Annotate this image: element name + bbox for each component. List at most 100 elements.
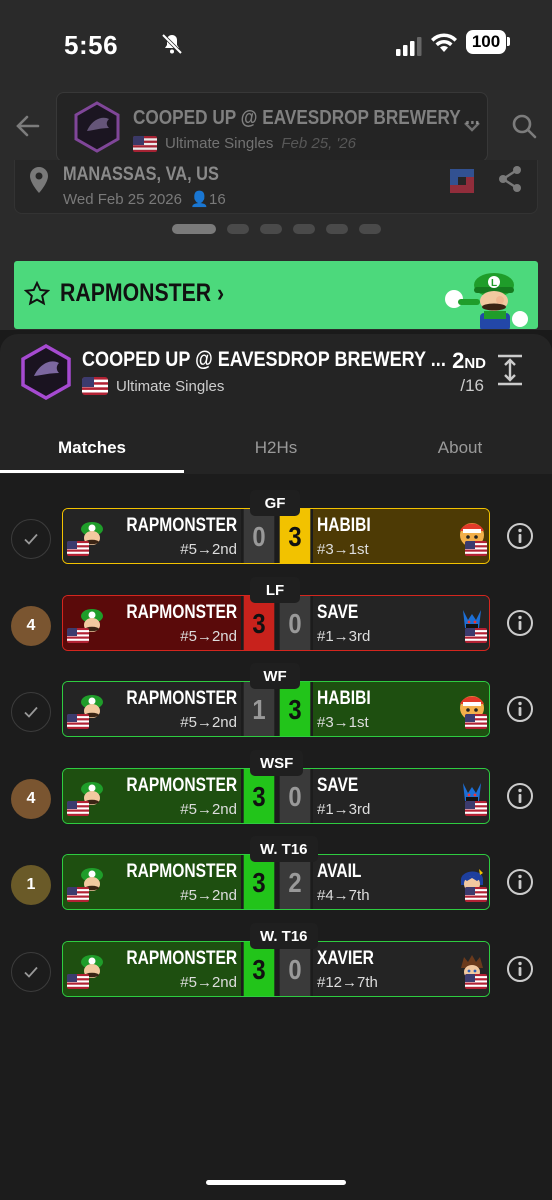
location-card: MANASSAS, VA, US Wed Feb 25 2026 👤16	[14, 160, 538, 214]
tab-bar: Matches H2Hs About	[0, 424, 552, 474]
chevron-down-icon[interactable]	[461, 115, 483, 137]
star-icon[interactable]	[24, 281, 50, 307]
match-row[interactable]: 1 RAPMONSTER #5→2nd 3 2 AVAIL #4→7th W. T16	[0, 836, 552, 914]
carousel-dot[interactable]	[293, 224, 315, 234]
player2-seed: #3→1st	[317, 714, 369, 731]
match-box[interactable]: RAPMONSTER #5→2nd 3 0 XAVIER #12→7th	[62, 941, 490, 997]
carousel-dot[interactable]	[260, 224, 282, 234]
info-icon[interactable]	[506, 782, 534, 810]
carousel-dot[interactable]	[326, 224, 348, 234]
info-icon[interactable]	[506, 522, 534, 550]
player1-name: RAPMONSTER	[126, 688, 237, 709]
match-row[interactable]: 4 RAPMONSTER #5→2nd 3 0 SAVE #1→3rd LF	[0, 577, 552, 655]
us-flag-icon	[67, 887, 89, 902]
match-box[interactable]: RAPMONSTER #5→2nd 3 2 AVAIL #4→7th	[62, 854, 490, 910]
carousel-dots[interactable]	[172, 224, 381, 234]
us-flag-icon	[67, 974, 89, 989]
match-row[interactable]: RAPMONSTER #5→2nd 3 0 XAVIER #12→7th W. T16	[0, 923, 552, 1001]
player1-name: RAPMONSTER	[126, 948, 237, 969]
sheet-event-game: Ultimate Singles	[116, 377, 225, 395]
chevron-right-icon: ›	[217, 279, 225, 307]
player2-name: SAVE	[317, 775, 359, 796]
player2-side: XAVIER #12→7th	[313, 942, 489, 996]
player2-score: 0	[279, 942, 311, 996]
us-flag-icon	[133, 136, 157, 153]
info-icon[interactable]	[506, 695, 534, 723]
player2-seed: #1→3rd	[317, 628, 371, 645]
check-icon	[24, 706, 38, 718]
status-time: 5:56	[64, 30, 119, 60]
match-row[interactable]: RAPMONSTER #5→2nd 1 3 HABIBI #3→1st WF	[0, 663, 552, 741]
player2-seed: #4→7th	[317, 887, 370, 904]
info-icon[interactable]	[506, 868, 534, 896]
match-box[interactable]: RAPMONSTER #5→2nd 3 0 SAVE #1→3rd	[62, 768, 490, 824]
collapse-vertical-icon[interactable]	[496, 354, 524, 386]
info-icon[interactable]	[506, 609, 534, 637]
event-logo	[74, 101, 120, 153]
player1-side: RAPMONSTER #5→2nd	[63, 855, 241, 909]
carousel-dot[interactable]	[172, 224, 216, 234]
player2-seed: #12→7th	[317, 974, 378, 991]
player2-side: SAVE #1→3rd	[313, 596, 489, 650]
match-row[interactable]: RAPMONSTER #5→2nd 0 3 HABIBI #3→1st GF	[0, 490, 552, 568]
status-bar: 5:56 100	[0, 0, 552, 90]
search-icon[interactable]	[510, 112, 538, 140]
player2-score: 0	[279, 596, 311, 650]
round-label: WSF	[250, 750, 304, 776]
player1-name: RAPMONSTER	[126, 861, 237, 882]
carousel-dot[interactable]	[227, 224, 249, 234]
player2-seed: #3→1st	[317, 541, 369, 558]
carousel-dot[interactable]	[359, 224, 381, 234]
event-game: Ultimate Singles	[165, 135, 274, 152]
player1-seed: #5→2nd	[180, 801, 237, 818]
battery-nub	[507, 37, 510, 46]
event-logo	[21, 344, 71, 400]
player-banner[interactable]: RAPMONSTER › L	[14, 261, 538, 329]
player2-score: 0	[279, 769, 311, 823]
player2-name: SAVE	[317, 602, 359, 623]
player1-score: 3	[243, 769, 275, 823]
us-flag-icon	[465, 974, 487, 989]
player1-seed: #5→2nd	[180, 714, 237, 731]
arrow-left-icon[interactable]	[14, 112, 42, 140]
player1-seed: #5→2nd	[180, 887, 237, 904]
player1-seed: #5→2nd	[180, 974, 237, 991]
wifi-icon	[431, 33, 457, 52]
battery-indicator: 100	[466, 30, 506, 54]
event-title: COOPED UP @ EAVESDROP BREWERY ...	[133, 107, 480, 129]
pin-icon	[30, 167, 48, 193]
round-label: W. T16	[250, 923, 318, 949]
player2-score: 3	[279, 682, 311, 736]
player1-seed: #5→2nd	[180, 541, 237, 558]
round-label: LF	[250, 577, 300, 603]
upset-factor-badge: 1	[11, 865, 51, 905]
us-flag-icon	[67, 628, 89, 643]
sheet-header: COOPED UP @ EAVESDROP BREWERY ... Ultima…	[0, 334, 552, 474]
match-row[interactable]: 4 RAPMONSTER #5→2nd 3 0 SAVE #1→3rd WSF	[0, 750, 552, 828]
info-icon[interactable]	[506, 955, 534, 983]
home-indicator[interactable]	[206, 1180, 346, 1185]
match-box[interactable]: RAPMONSTER #5→2nd 1 3 HABIBI #3→1st	[62, 681, 490, 737]
us-flag-icon	[67, 541, 89, 556]
check-icon	[24, 533, 38, 545]
player1-score: 0	[243, 509, 275, 563]
us-flag-icon	[67, 714, 89, 729]
tab-h2hs[interactable]: H2Hs	[184, 424, 368, 472]
completed-badge	[11, 952, 51, 992]
startgg-icon[interactable]	[447, 166, 477, 196]
share-icon[interactable]	[495, 164, 525, 194]
event-card[interactable]: COOPED UP @ EAVESDROP BREWERY ... Ultima…	[56, 92, 488, 162]
tab-matches[interactable]: Matches	[0, 424, 184, 472]
player2-name: HABIBI	[317, 515, 371, 536]
tab-indicator	[0, 470, 184, 473]
banner-player-label: RAPMONSTER	[60, 279, 212, 307]
us-flag-icon	[465, 714, 487, 729]
us-flag-icon	[82, 377, 108, 395]
match-box[interactable]: RAPMONSTER #5→2nd 3 0 SAVE #1→3rd	[62, 595, 490, 651]
player2-score: 2	[279, 855, 311, 909]
player2-side: HABIBI #3→1st	[313, 682, 489, 736]
match-box[interactable]: RAPMONSTER #5→2nd 0 3 HABIBI #3→1st	[62, 508, 490, 564]
svg-text:L: L	[491, 278, 497, 289]
event-sheet: COOPED UP @ EAVESDROP BREWERY ... Ultima…	[0, 334, 552, 1200]
tab-about[interactable]: About	[368, 424, 552, 472]
